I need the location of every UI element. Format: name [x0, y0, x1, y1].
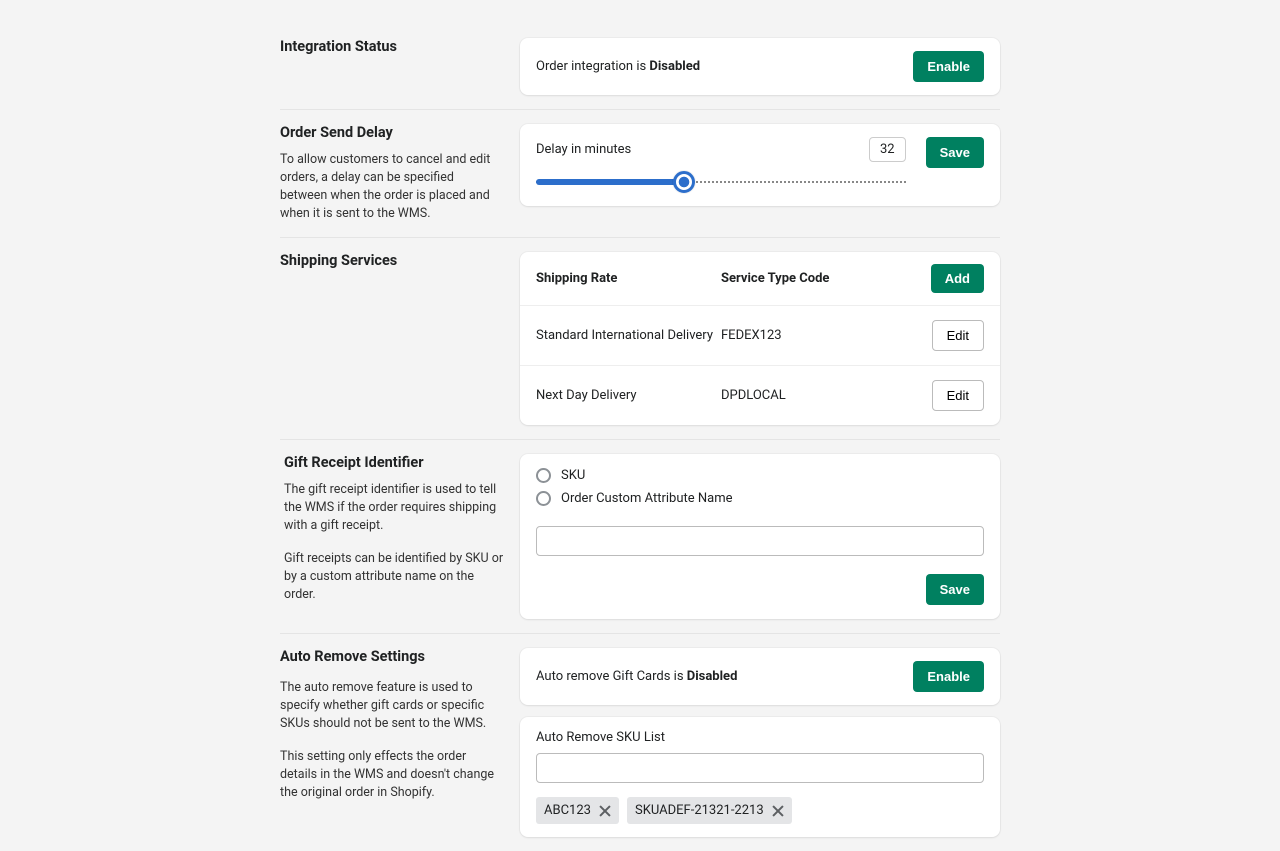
order-delay-card: Delay in minutes 32 Save: [520, 124, 1000, 206]
gift-option-sku[interactable]: SKU: [536, 468, 984, 483]
delay-slider[interactable]: [536, 174, 906, 190]
table-row: Standard International Delivery FEDEX123…: [520, 306, 1000, 366]
sku-list-label: Auto Remove SKU List: [536, 730, 984, 745]
radio-icon: [536, 491, 551, 506]
shipping-title: Shipping Services: [280, 252, 504, 271]
integration-status-title: Integration Status: [280, 38, 504, 57]
sku-tag: SKUADEF-21321-2213: [627, 797, 792, 824]
gift-option-attr[interactable]: Order Custom Attribute Name: [536, 491, 984, 506]
sku-list-input[interactable]: [536, 753, 984, 783]
sku-tag-label: SKUADEF-21321-2213: [635, 803, 764, 818]
gift-title: Gift Receipt Identifier: [284, 454, 504, 473]
gift-option-sku-label: SKU: [561, 468, 585, 483]
auto-remove-status-value: Disabled: [687, 669, 738, 684]
shipping-col-rate: Shipping Rate: [536, 271, 721, 286]
integration-status-value: Disabled: [649, 59, 700, 74]
order-delay-title: Order Send Delay: [280, 124, 504, 143]
integration-status-prefix: Order integration is: [536, 59, 649, 74]
shipping-col-code: Service Type Code: [721, 271, 924, 286]
auto-remove-status-text: Auto remove Gift Cards is Disabled: [536, 669, 737, 684]
auto-remove-status-card: Auto remove Gift Cards is Disabled Enabl…: [520, 648, 1000, 705]
table-row: Next Day Delivery DPDLOCAL Edit: [520, 366, 1000, 425]
integration-status-card: Order integration is Disabled Enable: [520, 38, 1000, 95]
delay-label: Delay in minutes: [536, 142, 631, 157]
auto-remove-sku-card: Auto Remove SKU List ABC123 SKUADEF-2132…: [520, 717, 1000, 837]
close-icon[interactable]: [772, 805, 784, 817]
auto-remove-desc2: This setting only effects the order deta…: [280, 748, 504, 802]
auto-remove-title: Auto Remove Settings: [280, 648, 504, 667]
auto-remove-desc1: The auto remove feature is used to speci…: [280, 679, 504, 733]
sku-tag: ABC123: [536, 797, 619, 824]
shipping-code: FEDEX123: [721, 328, 924, 343]
integration-status-text: Order integration is Disabled: [536, 59, 700, 74]
radio-icon: [536, 468, 551, 483]
enable-integration-button[interactable]: Enable: [913, 51, 984, 82]
shipping-add-button[interactable]: Add: [931, 264, 984, 293]
shipping-edit-button[interactable]: Edit: [932, 320, 984, 351]
shipping-card: Shipping Rate Service Type Code Add Stan…: [520, 252, 1000, 425]
close-icon[interactable]: [599, 805, 611, 817]
gift-option-attr-label: Order Custom Attribute Name: [561, 491, 733, 506]
gift-save-button[interactable]: Save: [926, 574, 984, 605]
slider-thumb[interactable]: [673, 171, 695, 193]
shipping-rate: Standard International Delivery: [536, 328, 721, 343]
shipping-edit-button[interactable]: Edit: [932, 380, 984, 411]
gift-desc1: The gift receipt identifier is used to t…: [284, 481, 504, 535]
auto-remove-status-prefix: Auto remove Gift Cards is: [536, 669, 687, 684]
auto-remove-enable-button[interactable]: Enable: [913, 661, 984, 692]
delay-save-button[interactable]: Save: [926, 137, 984, 168]
gift-identifier-input[interactable]: [536, 526, 984, 556]
order-delay-desc: To allow customers to cancel and edit or…: [280, 151, 504, 224]
delay-value[interactable]: 32: [869, 137, 906, 162]
shipping-code: DPDLOCAL: [721, 388, 924, 403]
sku-tag-label: ABC123: [544, 803, 591, 818]
gift-card: SKU Order Custom Attribute Name Save: [520, 454, 1000, 619]
shipping-rate: Next Day Delivery: [536, 388, 721, 403]
gift-desc2: Gift receipts can be identified by SKU o…: [284, 550, 504, 604]
